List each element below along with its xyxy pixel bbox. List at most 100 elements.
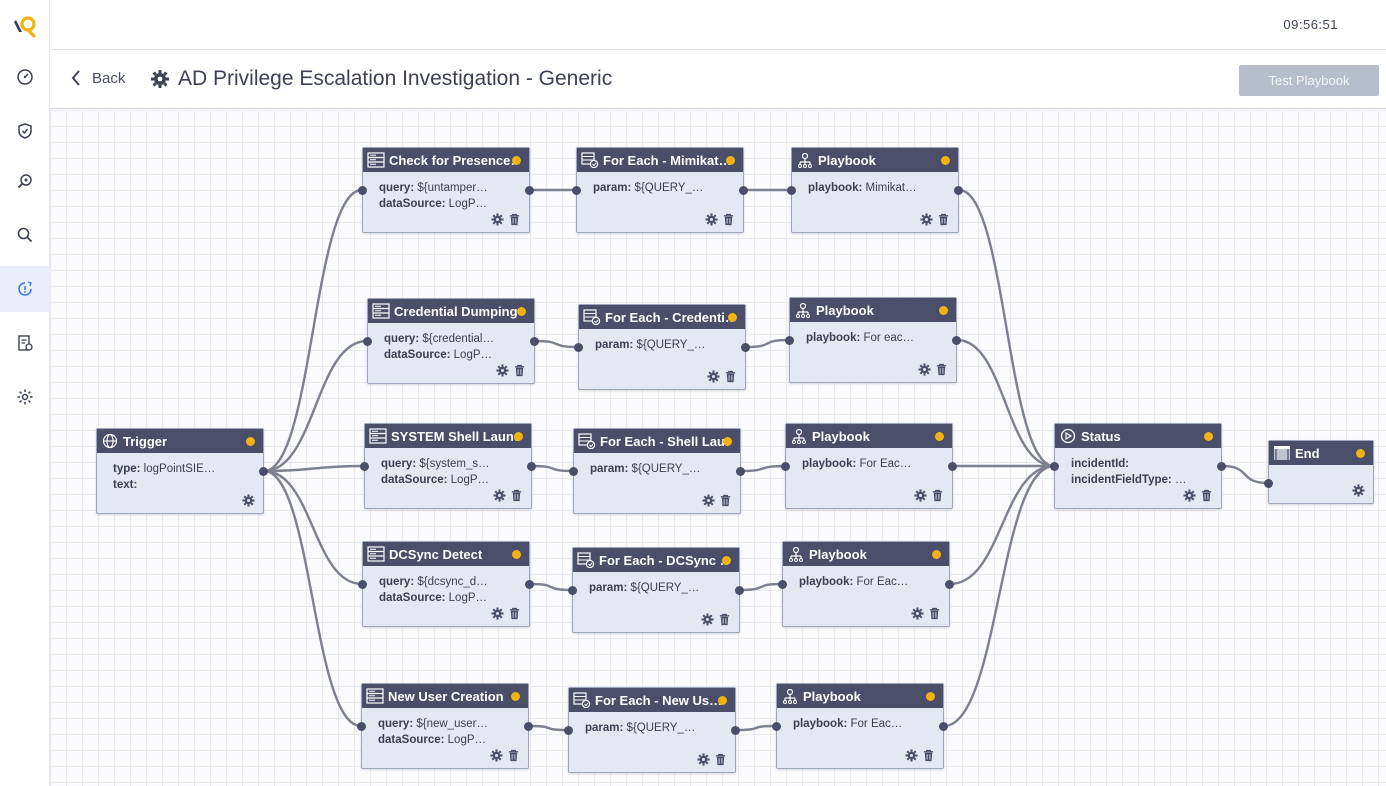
node-header[interactable]: Check for Presence… bbox=[363, 148, 529, 172]
output-port[interactable] bbox=[952, 336, 961, 345]
output-port[interactable] bbox=[731, 726, 740, 735]
node-header[interactable]: Trigger bbox=[97, 429, 263, 453]
output-port[interactable] bbox=[736, 467, 745, 476]
input-port[interactable] bbox=[778, 580, 787, 589]
trash-icon[interactable] bbox=[722, 213, 735, 226]
settings-gear-icon[interactable] bbox=[491, 213, 504, 226]
node-status[interactable]: Status incidentId: incidentFieldType: … bbox=[1050, 423, 1226, 509]
sidebar-item-search[interactable] bbox=[0, 212, 50, 258]
output-port[interactable] bbox=[945, 580, 954, 589]
input-port[interactable] bbox=[568, 586, 577, 595]
node-p5[interactable]: Playbook playbook: For Eac… bbox=[772, 683, 948, 769]
node-p4[interactable]: Playbook playbook: For Eac… bbox=[778, 541, 954, 627]
trash-icon[interactable] bbox=[922, 749, 935, 762]
output-port[interactable] bbox=[954, 186, 963, 195]
trash-icon[interactable] bbox=[931, 489, 944, 502]
output-port[interactable] bbox=[741, 343, 750, 352]
node-header[interactable]: Status bbox=[1055, 424, 1221, 448]
sidebar-item-settings[interactable] bbox=[0, 374, 50, 420]
input-port[interactable] bbox=[357, 722, 366, 731]
trash-icon[interactable] bbox=[513, 364, 526, 377]
input-port[interactable] bbox=[785, 336, 794, 345]
output-port[interactable] bbox=[739, 186, 748, 195]
logo-icon[interactable] bbox=[12, 14, 38, 38]
sidebar-item-investigate[interactable] bbox=[0, 158, 50, 204]
settings-gear-icon[interactable] bbox=[911, 607, 924, 620]
node-header[interactable]: For Each - New Us… bbox=[569, 688, 735, 712]
back-button[interactable]: Back bbox=[70, 69, 125, 87]
node-p2[interactable]: Playbook playbook: For eac… bbox=[785, 297, 961, 383]
output-port[interactable] bbox=[1217, 462, 1226, 471]
node-q1[interactable]: Check for Presence… query: ${untamper… dat… bbox=[358, 147, 534, 233]
node-f2[interactable]: For Each - Credenti… param: ${QUERY_… bbox=[574, 304, 750, 390]
trash-icon[interactable] bbox=[508, 213, 521, 226]
output-port[interactable] bbox=[939, 722, 948, 731]
input-port[interactable] bbox=[363, 337, 372, 346]
settings-gear-icon[interactable] bbox=[705, 213, 718, 226]
input-port[interactable] bbox=[360, 462, 369, 471]
input-port[interactable] bbox=[772, 722, 781, 731]
trash-icon[interactable] bbox=[510, 489, 523, 502]
input-port[interactable] bbox=[781, 462, 790, 471]
output-port[interactable] bbox=[948, 462, 957, 471]
sidebar-item-incidents[interactable] bbox=[0, 108, 50, 154]
node-header[interactable]: Playbook bbox=[792, 148, 958, 172]
node-header[interactable]: DCSync Detect bbox=[363, 542, 529, 566]
settings-gear-icon[interactable] bbox=[701, 613, 714, 626]
settings-gear-icon[interactable] bbox=[697, 753, 710, 766]
node-header[interactable]: Playbook bbox=[790, 298, 956, 322]
node-header[interactable]: Credential Dumping bbox=[368, 299, 534, 323]
input-port[interactable] bbox=[358, 186, 367, 195]
settings-gear-icon[interactable] bbox=[1352, 484, 1365, 497]
trash-icon[interactable] bbox=[718, 613, 731, 626]
trash-icon[interactable] bbox=[928, 607, 941, 620]
input-port[interactable] bbox=[1264, 479, 1273, 488]
node-q5[interactable]: New User Creation query: ${new_user… dataS… bbox=[357, 683, 533, 769]
settings-gear-icon[interactable] bbox=[920, 213, 933, 226]
settings-gear-icon[interactable] bbox=[493, 489, 506, 502]
input-port[interactable] bbox=[358, 580, 367, 589]
settings-gear-icon[interactable] bbox=[490, 749, 503, 762]
node-header[interactable]: End bbox=[1269, 441, 1373, 465]
output-port[interactable] bbox=[530, 337, 539, 346]
node-f4[interactable]: For Each - DCSync … param: ${QUERY_… bbox=[568, 547, 744, 633]
node-header[interactable]: Playbook bbox=[777, 684, 943, 708]
test-playbook-button[interactable]: Test Playbook bbox=[1239, 65, 1379, 96]
node-q3[interactable]: SYSTEM Shell Launch query: ${system_s… dat… bbox=[360, 423, 536, 509]
sidebar-item-reports[interactable] bbox=[0, 320, 50, 366]
input-port[interactable] bbox=[1050, 462, 1059, 471]
node-f5[interactable]: For Each - New Us… param: ${QUERY_… bbox=[564, 687, 740, 773]
settings-gear-icon[interactable] bbox=[914, 489, 927, 502]
input-port[interactable] bbox=[569, 467, 578, 476]
input-port[interactable] bbox=[787, 186, 796, 195]
node-header[interactable]: For Each - Credenti… bbox=[579, 305, 745, 329]
node-header[interactable]: SYSTEM Shell Launch bbox=[365, 424, 531, 448]
node-header[interactable]: Playbook bbox=[783, 542, 949, 566]
settings-gear-icon[interactable] bbox=[905, 749, 918, 762]
output-port[interactable] bbox=[527, 462, 536, 471]
trash-icon[interactable] bbox=[937, 213, 950, 226]
node-f3[interactable]: For Each - Shell Lau… param: ${QUERY_… bbox=[569, 428, 745, 514]
node-header[interactable]: Playbook bbox=[786, 424, 952, 448]
trash-icon[interactable] bbox=[714, 753, 727, 766]
node-end[interactable]: End bbox=[1264, 440, 1374, 504]
output-port[interactable] bbox=[735, 586, 744, 595]
node-q4[interactable]: DCSync Detect query: ${dcsync_d… dataSourc… bbox=[358, 541, 534, 627]
node-header[interactable]: For Each - Shell Lau… bbox=[574, 429, 740, 453]
node-p3[interactable]: Playbook playbook: For Eac… bbox=[781, 423, 957, 509]
settings-gear-icon[interactable] bbox=[496, 364, 509, 377]
trash-icon[interactable] bbox=[507, 749, 520, 762]
settings-gear-icon[interactable] bbox=[707, 370, 720, 383]
trash-icon[interactable] bbox=[508, 607, 521, 620]
node-trigger[interactable]: Trigger type: logPointSIE… text: bbox=[96, 428, 268, 514]
node-f1[interactable]: For Each - Mimikat… param: ${QUERY_… bbox=[572, 147, 748, 233]
node-q2[interactable]: Credential Dumping query: ${credential… da… bbox=[363, 298, 539, 384]
input-port[interactable] bbox=[564, 726, 573, 735]
trash-icon[interactable] bbox=[719, 494, 732, 507]
output-port[interactable] bbox=[524, 722, 533, 731]
node-header[interactable]: For Each - DCSync … bbox=[573, 548, 739, 572]
settings-gear-icon[interactable] bbox=[491, 607, 504, 620]
sidebar-item-dashboard[interactable] bbox=[0, 54, 50, 100]
node-header[interactable]: New User Creation bbox=[362, 684, 528, 708]
node-header[interactable]: For Each - Mimikat… bbox=[577, 148, 743, 172]
